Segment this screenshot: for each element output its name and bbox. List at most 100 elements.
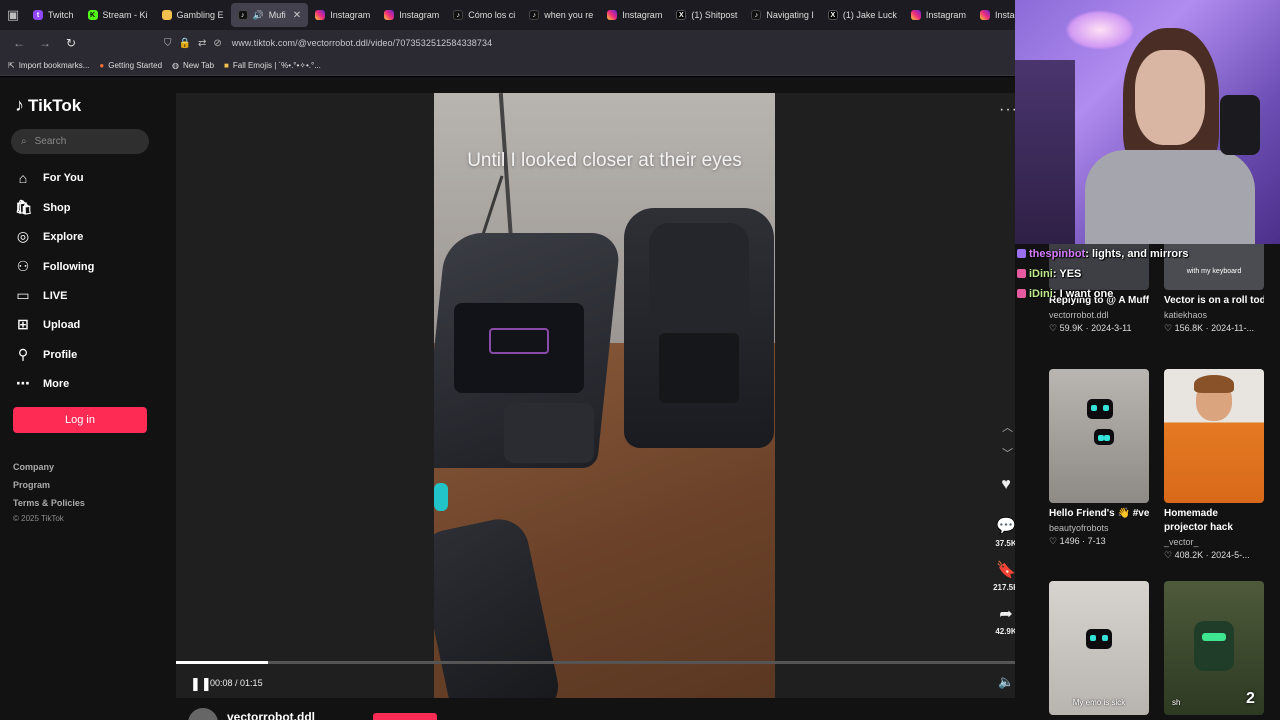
tab-label: Instagram [330,10,371,20]
tab-instagram[interactable]: Instagram [308,0,377,30]
related-card[interactable]: Hello Friend's 👋 #vectorrobot... beautyo… [1049,369,1149,547]
chevron-up-icon[interactable]: ︿ [1002,419,1013,435]
card-likes: 1496 [1059,536,1080,546]
tab-label: Instagram [925,10,966,20]
speaker-icon[interactable]: 🔊 [253,10,264,21]
avatar[interactable] [188,708,218,720]
tab-kick[interactable]: K Stream - Ki [81,0,155,30]
tab-list-icon[interactable]: ▣ [0,0,26,30]
forward-icon[interactable]: → [34,32,56,54]
sidebar-item-following[interactable]: ⚇ Following [15,258,95,275]
close-tab-icon[interactable]: ✕ [293,10,301,21]
sidebar-item-shop[interactable]: 🛍 Shop [15,199,71,216]
webcam-light [1065,10,1135,50]
globe-icon: ◍ [172,61,180,70]
follow-button[interactable] [373,713,437,720]
video-thumbnail [1049,369,1149,503]
chat-badge-icon [1017,249,1026,258]
bookmark-label: Import bookmarks... [18,61,90,70]
sidebar-item-explore[interactable]: ◎ Explore [15,228,83,245]
video-thumbnail: My emo is sick [1049,581,1149,715]
related-card[interactable]: Homemade projector hack _vector_ ♡ 408.2… [1164,369,1264,561]
tab-x[interactable]: X (1) Shitpost [669,0,744,30]
tab-instagram[interactable]: Instagram [600,0,669,30]
video-time: 00:08 / 01:15 [210,678,263,688]
chat-username: iDini [1029,268,1053,280]
live-count: 2 [1246,690,1255,707]
tab-instagram[interactable]: Instagra [973,0,1015,30]
bookmark-import[interactable]: ⇱ Import bookmarks... [8,61,89,70]
video-frame[interactable]: Until I looked closer at their eyes [434,93,775,698]
current-time: 00:08 [210,678,233,688]
chat-text: I want one [1059,288,1114,300]
tab-active-tiktok[interactable]: ♪ 🔊 Mufi ✕ [230,3,309,27]
more-icon: ⋯ [16,375,30,391]
tab-gambling[interactable]: Gambling E [155,0,231,30]
plus-square-icon: ⊞ [17,316,29,332]
thumbnail-text: with my keyboard [1186,268,1242,275]
tab-instagram[interactable]: Instagram [904,0,973,30]
shield-icon[interactable]: ⛉ [164,38,172,49]
x-icon: X [676,10,687,20]
bookmark-getting-started[interactable]: ● Getting Started [99,61,162,70]
sidebar-item-label: Explore [43,230,84,243]
tiktok-logo[interactable]: ♪ TikTok [15,95,81,116]
video-thumbnail [1164,369,1264,503]
tab-tiktok[interactable]: ♪ Navigating I [744,0,821,30]
bookmark-new-tab[interactable]: ◍ New Tab [172,61,214,70]
card-date: 7-13 [1087,536,1106,546]
sidebar-item-label: Shop [43,201,71,214]
firefox-icon: ● [99,61,105,70]
related-card[interactable]: My emo is sick [1049,581,1149,715]
author-name[interactable]: vectorrobot.ddl [227,710,315,720]
search-input[interactable]: ⌕ Search [11,129,149,154]
sidebar-item-more[interactable]: ⋯ More [15,375,69,392]
chat-message: thespinbot: lights, and mirrors [1015,244,1189,264]
tiktok-icon: ♪ [529,10,540,20]
tab-tiktok[interactable]: ♪ Cómo los ci [446,0,522,30]
tab-twitch[interactable]: t Twitch [26,0,81,30]
sidebar-item-label: LIVE [43,289,68,302]
card-date: 2024-11-... [1211,323,1254,333]
autoplay-blocked-icon[interactable]: ⊘ [213,38,221,49]
folder-icon [161,10,172,20]
card-author: beautyofrobots [1049,523,1109,533]
bookmark-fall-emojis[interactable]: ■ Fall Emojis | ´%•.°•✧•.°... [224,61,321,70]
tab-tiktok[interactable]: ♪ when you re [522,0,600,30]
tab-label: when you re [544,10,594,20]
pause-icon[interactable]: ❚❚ [190,676,212,692]
back-icon[interactable]: ← [8,32,30,54]
tab-label: (1) Jake Luck [842,10,897,20]
login-button[interactable]: Log in [13,407,147,433]
footer-link-program[interactable]: Program [13,480,50,490]
sidebar-item-upload[interactable]: ⊞ Upload [15,316,80,333]
permissions-icon[interactable]: ⇄ [198,38,206,49]
shop-icon: 🛍 [15,199,33,215]
video-player[interactable]: Until I looked closer at their eyes ··· … [176,93,1019,698]
volume-icon[interactable]: 🔈 [998,674,1014,690]
url-bar[interactable]: www.tiktok.com/@vectorrobot.ddl/video/70… [232,38,493,48]
browser-tab-strip: ▣ t Twitch K Stream - Ki Gambling E ♪ 🔊 Mufi… [0,0,1015,30]
chat-text: lights, and mirrors [1091,248,1189,260]
footer-link-terms[interactable]: Terms & Policies [13,498,85,508]
stream-chat-overlay: thespinbot: lights, and mirrors iDini: Y… [1015,244,1189,304]
instagram-icon [384,10,395,20]
sidebar-item-live[interactable]: ▭ LIVE [15,287,67,304]
footer-link-company[interactable]: Company [13,462,54,472]
lock-icon[interactable]: 🔒 [179,38,191,49]
tab-x[interactable]: X (1) Jake Luck [821,0,904,30]
tiktok-icon: ♪ [237,10,248,20]
video-progress-bar[interactable] [176,661,1015,664]
bookmark-label: Getting Started [108,61,163,70]
instagram-icon [979,10,990,20]
card-title: Homemade projector hack [1164,508,1233,533]
chevron-down-icon[interactable]: ﹀ [1002,445,1013,461]
sidebar-item-label: Profile [43,348,78,361]
tab-instagram[interactable]: Instagram [377,0,446,30]
sidebar-item-profile[interactable]: ⚲ Profile [15,346,77,363]
video-controls: ❚❚ 00:08 / 01:15 🔈 [176,668,1015,698]
sidebar-item-for-you[interactable]: ⌂ For You [15,170,84,186]
webcam-person-face [1135,50,1205,145]
reload-icon[interactable]: ↻ [60,32,82,54]
tiktok-icon: ♪ [15,95,24,115]
